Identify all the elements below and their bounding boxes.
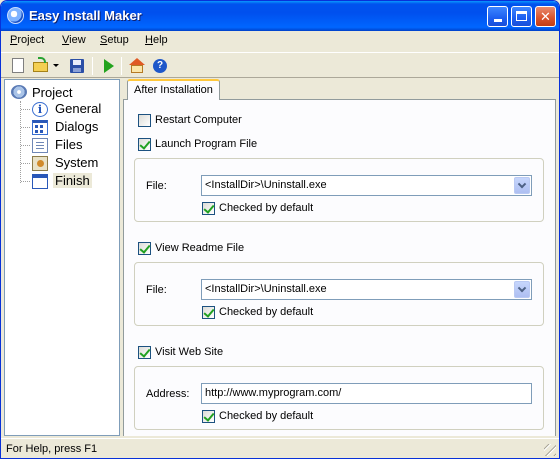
finish-icon <box>32 174 48 189</box>
visit-website-checkbox[interactable] <box>138 346 151 359</box>
tab-after-installation[interactable]: After Installation <box>127 79 220 100</box>
save-icon[interactable] <box>68 57 86 75</box>
readme-file-label: File: <box>146 284 167 296</box>
tree-connector <box>20 101 21 183</box>
launch-program-label: Launch Program File <box>155 138 258 150</box>
status-bar: For Help, press F1 <box>1 438 559 458</box>
app-icon[interactable] <box>7 7 24 24</box>
settings-panel: After Installation Restart Computer Laun… <box>123 79 556 436</box>
tree-item-label: General <box>55 101 102 116</box>
menu-view[interactable]: View <box>62 34 86 46</box>
restart-computer-checkbox[interactable] <box>138 114 151 127</box>
readme-default-label: Checked by default <box>219 306 314 318</box>
tree-root-label: Project <box>32 85 73 100</box>
menu-bar: Project View Setup Help <box>1 31 559 51</box>
open-icon[interactable] <box>32 57 50 75</box>
project-tree[interactable]: Project i General Dialogs Files System F… <box>4 79 120 436</box>
launch-default-checkbox[interactable] <box>202 202 215 215</box>
readme-file-value: <InstallDir>\Uninstall.exe <box>205 283 327 295</box>
readme-default-checkbox[interactable] <box>202 306 215 319</box>
new-icon[interactable] <box>9 57 27 75</box>
open-dropdown-arrow-icon[interactable] <box>52 57 60 75</box>
minimize-icon <box>494 19 502 22</box>
website-address-label: Address: <box>146 388 190 400</box>
menu-project[interactable]: Project <box>10 34 44 46</box>
launch-file-label: File: <box>146 180 167 192</box>
website-address-input[interactable]: http://www.myprogram.com/ <box>201 383 532 404</box>
toolbar-separator <box>92 57 93 75</box>
launch-file-value: <InstallDir>\Uninstall.exe <box>205 179 327 191</box>
launch-program-group: File: <InstallDir>\Uninstall.exe Checked… <box>134 158 544 222</box>
status-text: For Help, press F1 <box>6 443 98 455</box>
dialogs-icon <box>32 120 48 135</box>
window-title: Easy Install Maker <box>29 8 142 23</box>
tree-item-label: System <box>55 155 99 170</box>
maximize-button[interactable] <box>511 6 532 27</box>
tree-item-label: Dialogs <box>55 119 99 134</box>
chevron-down-icon[interactable] <box>514 281 530 298</box>
maximize-icon <box>516 11 527 21</box>
info-icon: i <box>32 102 48 117</box>
title-bar[interactable]: Easy Install Maker ✕ <box>1 1 559 31</box>
launch-default-label: Checked by default <box>219 202 314 214</box>
help-icon[interactable]: ? <box>151 57 169 75</box>
visit-website-group: Address: http://www.myprogram.com/ Check… <box>134 366 544 430</box>
menu-help[interactable]: Help <box>145 34 168 46</box>
tree-item-label: Files <box>55 137 83 152</box>
minimize-button[interactable] <box>487 6 508 27</box>
tab-panel: Restart Computer Launch Program File Fil… <box>123 99 556 436</box>
website-default-label: Checked by default <box>219 410 314 422</box>
files-icon <box>32 138 48 153</box>
toolbar: ? <box>1 52 559 78</box>
toolbar-separator <box>121 57 122 75</box>
visit-website-label: Visit Web Site <box>155 346 224 358</box>
resize-grip-icon[interactable] <box>544 444 556 456</box>
menu-setup[interactable]: Setup <box>100 34 129 46</box>
view-readme-checkbox[interactable] <box>138 242 151 255</box>
close-icon: ✕ <box>540 9 551 24</box>
restart-computer-label: Restart Computer <box>155 114 242 126</box>
home-icon[interactable] <box>128 57 146 75</box>
website-default-checkbox[interactable] <box>202 410 215 423</box>
run-icon[interactable] <box>100 57 118 75</box>
readme-file-select[interactable]: <InstallDir>\Uninstall.exe <box>201 279 532 300</box>
launch-program-checkbox[interactable] <box>138 138 151 151</box>
app-window: Easy Install Maker ✕ Project View Setup … <box>0 0 560 459</box>
view-readme-group: File: <InstallDir>\Uninstall.exe Checked… <box>134 262 544 326</box>
chevron-down-icon[interactable] <box>514 177 530 194</box>
close-button[interactable]: ✕ <box>535 6 556 27</box>
view-readme-label: View Readme File <box>155 242 245 254</box>
launch-file-select[interactable]: <InstallDir>\Uninstall.exe <box>201 175 532 196</box>
system-icon <box>32 156 48 171</box>
tree-item-label: Finish <box>53 173 92 188</box>
project-icon <box>11 85 27 99</box>
